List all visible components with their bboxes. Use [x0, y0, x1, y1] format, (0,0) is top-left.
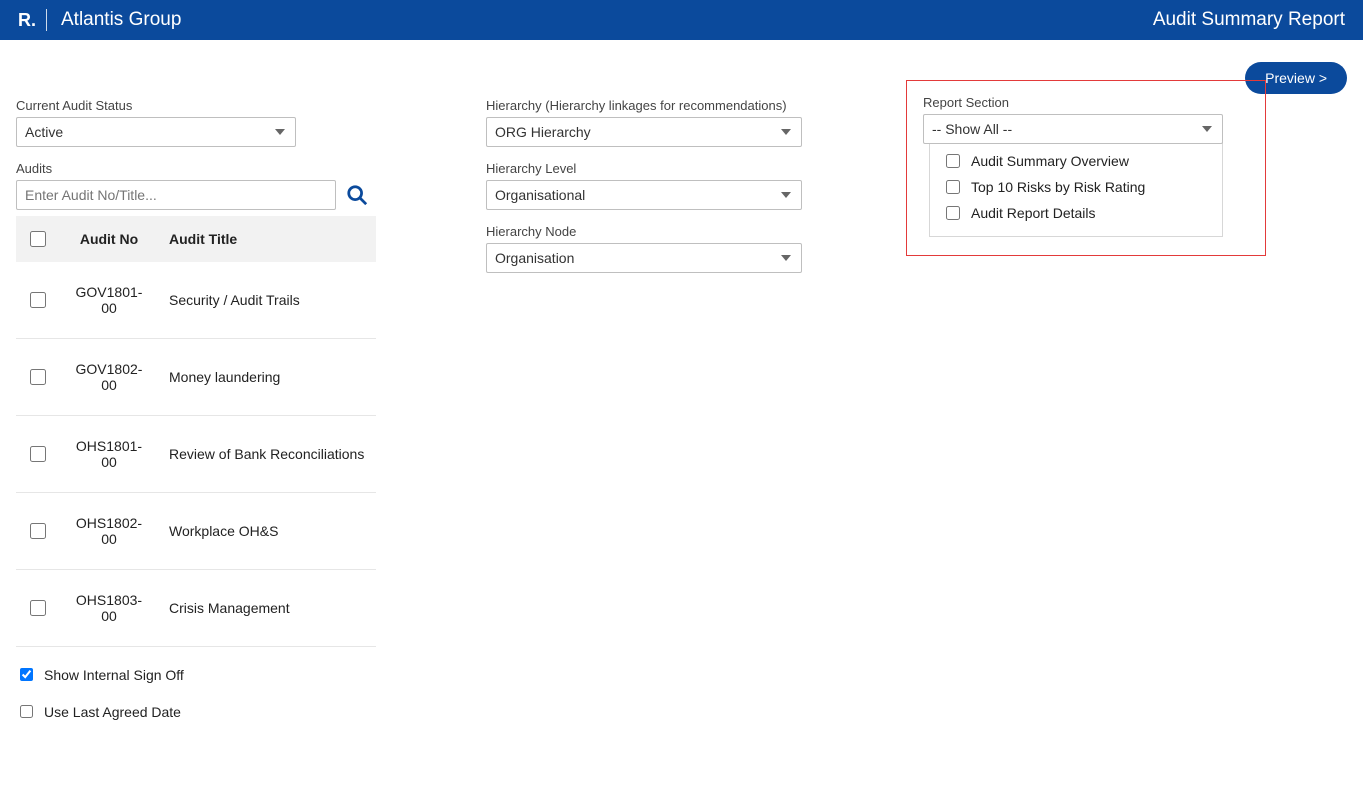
audits-table: Audit No Audit Title GOV1801-00 Security … — [16, 216, 376, 647]
col-audit-no: Audit No — [59, 216, 159, 262]
audit-title: Security / Audit Trails — [159, 262, 376, 339]
table-row: OHS1802-00 Workplace OH&S — [16, 493, 376, 570]
report-section-value: -- Show All -- — [932, 121, 1012, 137]
select-all-checkbox[interactable] — [30, 231, 46, 247]
chevron-down-icon — [275, 129, 285, 135]
report-section-label: Report Section — [923, 95, 1249, 110]
report-section-panel: Report Section -- Show All -- Audit Summ… — [906, 80, 1266, 256]
hierarchy-node-value: Organisation — [495, 250, 574, 266]
hierarchy-node-label: Hierarchy Node — [486, 224, 806, 239]
status-value: Active — [25, 124, 63, 140]
table-row: OHS1803-00 Crisis Management — [16, 570, 376, 647]
row-checkbox[interactable] — [30, 292, 46, 308]
brand-separator — [46, 9, 47, 31]
chevron-down-icon — [781, 129, 791, 135]
chevron-down-icon — [781, 192, 791, 198]
hierarchy-select[interactable]: ORG Hierarchy — [486, 117, 802, 147]
report-option-checkbox[interactable] — [946, 180, 960, 194]
status-label: Current Audit Status — [16, 98, 386, 113]
audit-no: OHS1801-00 — [69, 438, 149, 470]
report-section-select[interactable]: -- Show All -- — [923, 114, 1223, 144]
left-column: Current Audit Status Active Audits — [16, 98, 386, 721]
audit-title: Money laundering — [159, 339, 376, 416]
row-checkbox[interactable] — [30, 369, 46, 385]
audit-no: OHS1802-00 — [69, 515, 149, 547]
hierarchy-value: ORG Hierarchy — [495, 124, 591, 140]
hierarchy-level-value: Organisational — [495, 187, 585, 203]
audits-label: Audits — [16, 161, 386, 176]
middle-column: Hierarchy (Hierarchy linkages for recomm… — [486, 98, 806, 287]
show-signoff-checkbox[interactable] — [20, 668, 33, 681]
row-checkbox[interactable] — [30, 523, 46, 539]
row-checkbox[interactable] — [30, 600, 46, 616]
use-last-agreed-checkbox[interactable] — [20, 705, 33, 718]
report-section-options: Audit Summary Overview Top 10 Risks by Ri… — [929, 142, 1223, 237]
col-audit-title: Audit Title — [159, 216, 376, 262]
page-title: Audit Summary Report — [1153, 9, 1345, 31]
audit-no: GOV1801-00 — [69, 284, 149, 316]
audit-title: Crisis Management — [159, 570, 376, 647]
brand-label: Atlantis Group — [61, 9, 181, 31]
audit-search-input[interactable] — [16, 180, 336, 210]
use-last-agreed-label: Use Last Agreed Date — [44, 704, 181, 720]
chevron-down-icon — [1202, 126, 1212, 132]
brand-mark: R. — [18, 10, 42, 31]
hierarchy-level-label: Hierarchy Level — [486, 161, 806, 176]
status-select[interactable]: Active — [16, 117, 296, 147]
report-option-label: Audit Summary Overview — [971, 153, 1129, 169]
top-bar: R. Atlantis Group Audit Summary Report — [0, 0, 1363, 40]
report-option-label: Top 10 Risks by Risk Rating — [971, 179, 1145, 195]
report-option-checkbox[interactable] — [946, 154, 960, 168]
hierarchy-level-select[interactable]: Organisational — [486, 180, 802, 210]
audit-title: Workplace OH&S — [159, 493, 376, 570]
report-option-label: Audit Report Details — [971, 205, 1096, 221]
show-signoff-label: Show Internal Sign Off — [44, 667, 184, 683]
report-option-checkbox[interactable] — [946, 206, 960, 220]
table-row: OHS1801-00 Review of Bank Reconciliations — [16, 416, 376, 493]
hierarchy-node-select[interactable]: Organisation — [486, 243, 802, 273]
audit-title: Review of Bank Reconciliations — [159, 416, 376, 493]
audit-no: OHS1803-00 — [69, 592, 149, 624]
right-column: Report Section -- Show All -- Audit Summ… — [906, 98, 1266, 256]
chevron-down-icon — [781, 255, 791, 261]
table-row: GOV1801-00 Security / Audit Trails — [16, 262, 376, 339]
hierarchy-label: Hierarchy (Hierarchy linkages for recomm… — [486, 98, 806, 113]
table-row: GOV1802-00 Money laundering — [16, 339, 376, 416]
search-icon[interactable] — [346, 184, 368, 206]
audit-no: GOV1802-00 — [69, 361, 149, 393]
report-option[interactable]: Audit Report Details — [942, 200, 1210, 226]
report-option[interactable]: Top 10 Risks by Risk Rating — [942, 174, 1210, 200]
row-checkbox[interactable] — [30, 446, 46, 462]
report-option[interactable]: Audit Summary Overview — [942, 148, 1210, 174]
